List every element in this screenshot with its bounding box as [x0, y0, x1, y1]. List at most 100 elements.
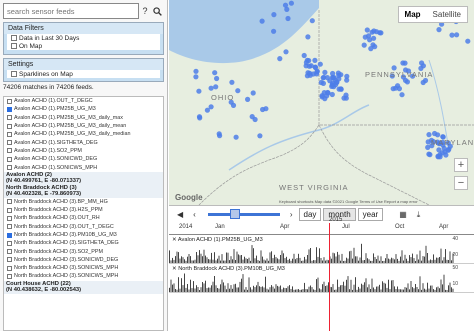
sensor-marker[interactable] [393, 85, 399, 91]
sensor-marker[interactable] [324, 75, 330, 81]
sensor-marker[interactable] [368, 46, 374, 52]
feed-checkbox[interactable] [7, 165, 12, 171]
zoom-in-button[interactable]: + [454, 158, 468, 172]
checkbox[interactable] [11, 71, 17, 77]
feed-item[interactable]: Avalon ACHD (1).SONICWS_MPH [4, 163, 163, 171]
feed-checkbox[interactable] [7, 249, 12, 255]
sensor-marker[interactable] [250, 90, 256, 96]
sensor-marker[interactable] [193, 74, 199, 80]
tab-map[interactable]: Map [399, 7, 427, 22]
filter-on-map[interactable]: On Map [7, 42, 160, 50]
help-icon[interactable]: ? [139, 3, 151, 19]
time-slider[interactable] [207, 209, 280, 219]
sensor-marker[interactable] [259, 18, 265, 24]
sensor-marker[interactable] [229, 79, 235, 85]
sensor-marker[interactable] [330, 70, 336, 77]
sensor-marker[interactable] [319, 94, 325, 100]
feed-checkbox[interactable] [7, 265, 12, 271]
back-icon[interactable]: ‹ [189, 209, 200, 220]
sensor-marker[interactable] [212, 70, 218, 76]
feed-checkbox[interactable] [7, 199, 12, 205]
sensor-marker[interactable] [322, 69, 328, 75]
sensor-marker[interactable] [330, 80, 336, 86]
feed-checkbox[interactable] [7, 257, 12, 263]
sensor-marker[interactable] [338, 86, 344, 92]
sensor-marker[interactable] [304, 57, 310, 63]
sensor-marker[interactable] [271, 28, 277, 34]
download-icon[interactable]: ⤓ [413, 209, 425, 221]
sensor-marker[interactable] [402, 60, 408, 66]
sensor-marker[interactable] [465, 38, 471, 44]
feed-checkbox[interactable] [7, 106, 12, 112]
sensor-marker[interactable] [196, 114, 203, 120]
unit-year-button[interactable]: year [357, 208, 384, 221]
sensor-marker[interactable] [257, 133, 263, 139]
sensor-marker[interactable] [312, 57, 318, 64]
sensor-marker[interactable] [288, 0, 294, 6]
feed-checkbox[interactable] [7, 207, 12, 213]
sensor-marker[interactable] [344, 77, 350, 83]
sensor-marker[interactable] [364, 27, 370, 33]
sensor-marker[interactable] [216, 131, 222, 137]
feed-checkbox[interactable] [7, 115, 12, 121]
sensor-marker[interactable] [277, 56, 283, 62]
feed-item[interactable]: North Braddock ACHD (3).SO2_PPM [4, 247, 163, 255]
forward-icon[interactable]: › [286, 209, 297, 220]
feed-item[interactable]: North Braddock ACHD (3).OUT_RH [4, 214, 163, 222]
time-cursor[interactable] [329, 223, 330, 331]
zoom-out-button[interactable]: − [454, 176, 468, 190]
sensor-marker[interactable] [361, 42, 367, 48]
sensor-marker[interactable] [329, 91, 335, 98]
feed-item[interactable]: Avalon ACHD (1).PM25B_UG_M3 [4, 105, 163, 113]
sensor-marker[interactable] [343, 92, 349, 98]
play-back-icon[interactable]: ◀ [173, 209, 187, 220]
sensor-marker[interactable] [271, 12, 277, 18]
sensor-marker[interactable] [373, 29, 380, 35]
feed-checkbox[interactable] [7, 148, 12, 154]
sensor-marker[interactable] [420, 79, 426, 86]
search-input[interactable] [3, 3, 139, 19]
map-attribution[interactable]: Keyboard shortcuts Map data ©2021 Google… [279, 199, 418, 204]
feed-item[interactable]: North Braddock ACHD (3).H2S_PPM [4, 206, 163, 214]
unit-day-button[interactable]: day [298, 208, 322, 221]
feed-item[interactable]: North Braddock ACHD (3).PM10B_UG_M3 [4, 231, 163, 239]
sensor-marker[interactable] [284, 6, 290, 12]
sensor-marker[interactable] [454, 32, 460, 38]
plot-title[interactable]: ✕ Avalon ACHD (1).PM25B_UG_M3 [172, 237, 263, 243]
sensor-marker[interactable] [449, 32, 455, 38]
sensor-marker[interactable] [399, 92, 405, 98]
sensor-marker[interactable] [435, 154, 441, 160]
sensor-marker[interactable] [371, 35, 377, 41]
feed-checkbox[interactable] [7, 156, 12, 162]
sensor-marker[interactable] [283, 49, 289, 55]
setting-sparklines[interactable]: Sparklines on Map [7, 70, 160, 78]
sensor-marker[interactable] [285, 15, 291, 22]
search-icon[interactable] [151, 3, 163, 19]
sensor-marker[interactable] [432, 130, 438, 137]
sensor-marker[interactable] [338, 72, 344, 78]
sensor-marker[interactable] [235, 88, 241, 94]
sensor-marker[interactable] [314, 71, 320, 77]
feed-list[interactable]: Avalon ACHD (1).OUT_T_DEGC Avalon ACHD (1… [3, 96, 164, 331]
sensor-marker[interactable] [214, 75, 220, 82]
sensor-marker[interactable] [445, 147, 451, 153]
feed-checkbox[interactable] [7, 232, 12, 238]
feed-item[interactable]: North Braddock ACHD (3).SIGTHETA_DEG [4, 239, 163, 247]
feed-item[interactable]: Avalon ACHD (1).PM25B_UG_M3_daily_mean [4, 122, 163, 130]
feed-item[interactable]: Avalon ACHD (1).SIGTHETA_DEG [4, 138, 163, 146]
checkbox[interactable] [11, 43, 17, 49]
sensor-marker[interactable] [325, 89, 331, 96]
feed-checkbox[interactable] [7, 273, 12, 279]
sensor-marker[interactable] [301, 52, 307, 59]
sensor-marker[interactable] [245, 96, 251, 102]
feed-item[interactable]: North Braddock ACHD (3).SONICWS_MPH [4, 264, 163, 272]
sensor-marker[interactable] [196, 88, 202, 94]
sensor-marker[interactable] [317, 61, 323, 67]
slider-knob[interactable] [229, 209, 240, 219]
feed-item[interactable]: Avalon ACHD (1).SO2_PPM [4, 147, 163, 155]
sensor-marker[interactable] [233, 134, 239, 140]
feed-item[interactable]: Avalon ACHD (1).PM25B_UG_M3_daily_median [4, 130, 163, 138]
sensor-marker[interactable] [427, 152, 433, 158]
feed-item[interactable]: North Braddock ACHD (3).SONICWS_MPH [4, 272, 163, 280]
feed-item[interactable]: Avalon ACHD (1).OUT_T_DEGC [4, 97, 163, 105]
